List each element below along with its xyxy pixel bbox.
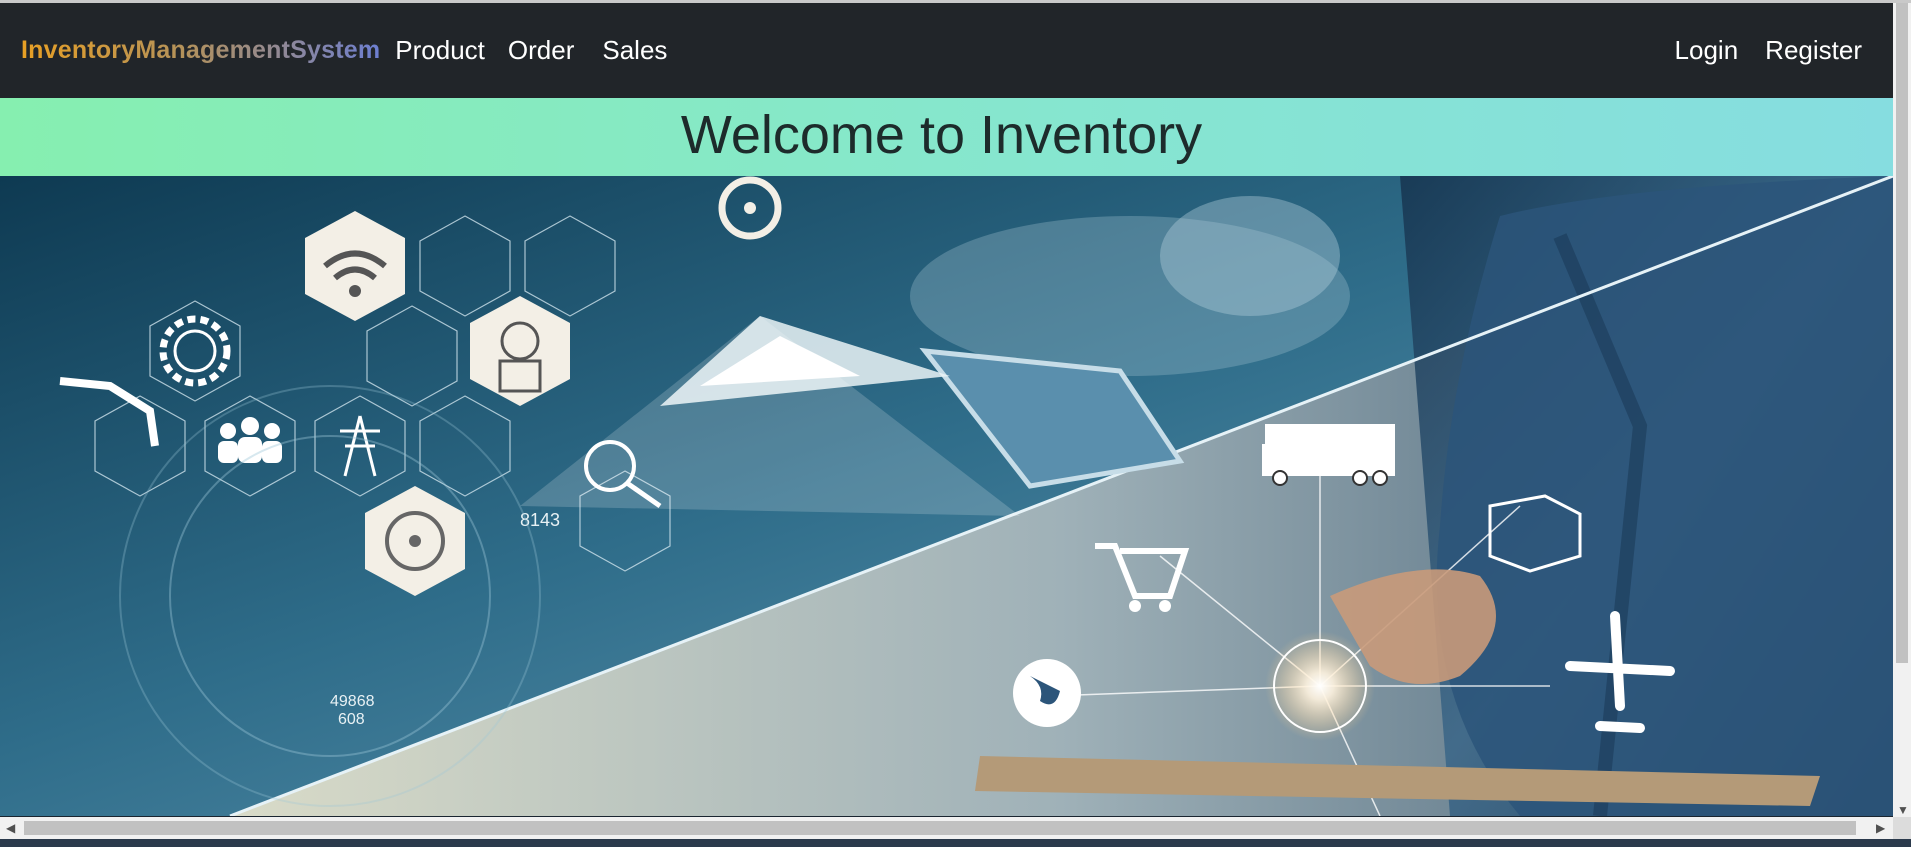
navbar: InventoryManagementSystem Product Order … [0,3,1893,98]
nav-link-register[interactable]: Register [1765,35,1862,66]
vertical-scrollbar[interactable]: ▼ [1893,3,1911,817]
hero-illustration: 8143 49868 608 [0,176,1893,816]
nav-left-group: InventoryManagementSystem Product Order … [0,35,667,66]
horizontal-scrollbar-thumb[interactable] [24,821,1856,835]
scroll-right-arrow-icon[interactable]: ▶ [1876,821,1885,835]
horizontal-scrollbar[interactable]: ◀ ▶ [0,817,1893,839]
scroll-left-arrow-icon[interactable]: ◀ [6,821,15,835]
scroll-down-arrow-icon[interactable]: ▼ [1897,803,1909,817]
taskbar-strip [0,839,1911,847]
nav-link-sales[interactable]: Sales [602,35,667,66]
nav-link-product[interactable]: Product [395,35,485,66]
welcome-heading: Welcome to Inventory [680,105,1203,165]
brand-logo-link[interactable]: InventoryManagementSystem [21,36,380,65]
hero-code-label-2: 49868 [330,693,375,710]
nav-right-group: Login Register [1675,35,1862,66]
hero-code-label-3: 608 [338,711,365,728]
welcome-banner: Welcome to Inventory [0,98,1893,176]
nav-link-order[interactable]: Order [508,35,574,66]
nav-link-login[interactable]: Login [1675,35,1739,66]
hero-image: 8143 49868 608 [0,176,1893,816]
scrollbar-corner [1893,817,1911,839]
vertical-scrollbar-thumb[interactable] [1896,3,1908,663]
